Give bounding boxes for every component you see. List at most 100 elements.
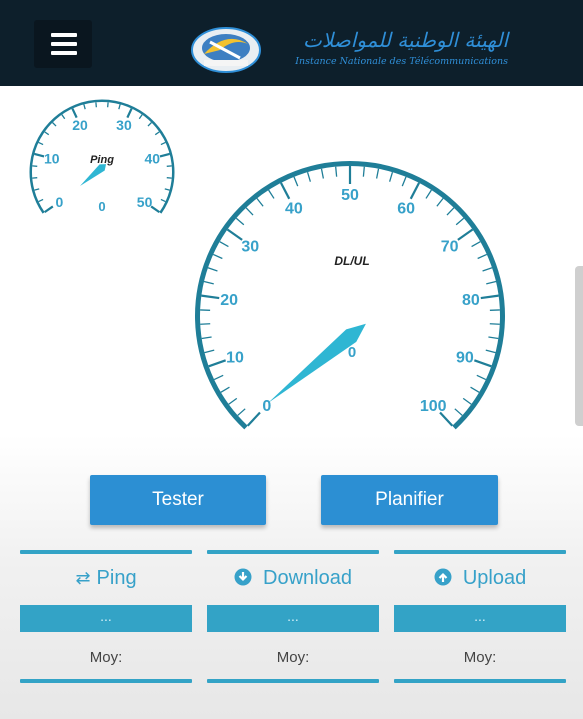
divider bbox=[394, 679, 566, 683]
hamburger-icon-bar bbox=[51, 51, 77, 55]
speed-gauge-minor-tick bbox=[293, 176, 299, 187]
ping-gauge-minor-tick bbox=[61, 114, 66, 120]
speed-gauge-tick-label: 50 bbox=[341, 187, 359, 204]
speed-gauge-minor-tick bbox=[201, 336, 212, 340]
speed-gauge-minor-tick bbox=[203, 280, 214, 285]
speed-gauge-tick-label: 60 bbox=[397, 200, 415, 217]
speed-gauge-minor-tick bbox=[213, 374, 224, 381]
app-header: الهيئة الوطنية للمواصلات Instance Nation… bbox=[0, 0, 583, 86]
speed-gauge-minor-tick bbox=[489, 323, 500, 325]
speed-gauge-major-tick bbox=[457, 228, 474, 241]
stat-download-value: ... bbox=[207, 605, 379, 632]
ping-gauge-value: 0 bbox=[98, 199, 105, 214]
speed-gauge-minor-tick bbox=[462, 397, 472, 405]
hamburger-icon-bar bbox=[51, 42, 77, 46]
main-content: 0 10 20 30 40 50 Ping 0 0 10 20 30 40 50 60 70 80 90 10… bbox=[0, 86, 583, 719]
speed-gauge-tick-label: 30 bbox=[241, 238, 259, 255]
upload-circle-icon bbox=[434, 568, 457, 588]
brand-logo: الهيئة الوطنية للمواصلات Instance Nation… bbox=[190, 24, 520, 78]
ping-gauge-tick-label: 50 bbox=[137, 194, 153, 210]
divider bbox=[20, 550, 192, 554]
speed-gauge-minor-tick bbox=[482, 267, 493, 272]
divider bbox=[20, 679, 192, 683]
speed-gauge-major-tick bbox=[473, 359, 492, 368]
speed-gauge-minor-tick bbox=[235, 217, 245, 226]
ping-gauge-tick-label: 10 bbox=[44, 151, 60, 167]
stat-upload-value: ... bbox=[394, 605, 566, 632]
stat-label-text: Upload bbox=[462, 567, 527, 589]
speed-gauge-minor-tick bbox=[455, 217, 465, 226]
speed-gauge-minor-tick bbox=[488, 336, 499, 340]
stat-download-label: Download bbox=[207, 567, 379, 590]
speed-gauge-minor-tick bbox=[204, 349, 215, 354]
divider bbox=[207, 679, 379, 683]
speed-gauge-minor-tick bbox=[207, 267, 218, 272]
speed-gauge-tick-label: 40 bbox=[285, 200, 303, 217]
speed-gauge-minor-tick bbox=[245, 207, 254, 216]
speed-gauge-tick-label: 10 bbox=[226, 350, 244, 367]
stat-upload-label: Upload bbox=[394, 567, 566, 590]
ping-gauge-needle bbox=[80, 164, 107, 186]
speed-gauge-minor-tick bbox=[401, 176, 407, 187]
speed-gauge-major-tick bbox=[279, 182, 291, 200]
stat-ping: ⇄ Ping ... Moy: bbox=[20, 550, 192, 690]
speed-gauge-major-tick bbox=[480, 294, 499, 300]
speed-gauge-minor-tick bbox=[477, 253, 488, 260]
ping-gauge-tick-label: 30 bbox=[116, 117, 132, 133]
speed-gauge-minor-tick bbox=[425, 189, 432, 199]
speed-gauge-minor-tick bbox=[256, 197, 264, 207]
stat-ping-label: ⇄ Ping bbox=[20, 567, 192, 590]
stat-download: Download ... Moy: bbox=[207, 550, 379, 690]
ping-gauge-minor-tick bbox=[138, 114, 143, 120]
speed-gauge-minor-tick bbox=[320, 168, 325, 179]
speed-gauge-minor-tick bbox=[375, 168, 380, 179]
divider bbox=[394, 550, 566, 554]
speed-gauge-minor-tick bbox=[454, 408, 463, 416]
ping-gauge-minor-tick bbox=[83, 104, 86, 110]
speed-gauge-value: 0 bbox=[348, 344, 356, 361]
speed-gauge-major-tick bbox=[208, 359, 227, 368]
speed-gauge-minor-tick bbox=[485, 349, 496, 354]
speed-gauge-minor-tick bbox=[476, 374, 487, 381]
speed-gauge-tick-label: 80 bbox=[462, 292, 480, 309]
speed-gauge-major-tick bbox=[409, 182, 421, 200]
planifier-button[interactable]: Planifier bbox=[321, 475, 498, 525]
ping-gauge-tick-label: 0 bbox=[56, 194, 64, 210]
ping-gauge-minor-tick bbox=[52, 122, 57, 127]
speed-gauge-minor-tick bbox=[219, 241, 229, 248]
logo-french-text: Instance Nationale des Télécommunication… bbox=[295, 56, 508, 67]
menu-button[interactable] bbox=[34, 20, 92, 68]
stat-label-text: Ping bbox=[96, 567, 137, 589]
speed-gauge-tick-label: 20 bbox=[220, 292, 238, 309]
side-scroll-handle[interactable] bbox=[575, 266, 583, 426]
stat-upload-average: Moy: bbox=[463, 649, 497, 666]
ping-gauge-tick-label: 40 bbox=[144, 151, 160, 167]
speed-gauge-tick-label: 70 bbox=[441, 238, 459, 255]
ping-gauge-major-tick bbox=[34, 152, 45, 158]
ping-gauge-minor-tick bbox=[34, 188, 40, 191]
speed-gauge-minor-tick bbox=[220, 386, 230, 393]
speed-gauge-major-tick bbox=[246, 411, 261, 427]
speed-gauge-minor-tick bbox=[237, 408, 246, 416]
ping-gauge: 0 10 20 30 40 50 Ping 0 bbox=[29, 99, 175, 214]
logo-arabic-text: الهيئة الوطنية للمواصلات bbox=[303, 28, 508, 52]
speed-gauge-label: DL/UL bbox=[334, 254, 369, 268]
speed-gauge-minor-tick bbox=[212, 253, 223, 260]
speed-gauge-major-tick bbox=[201, 294, 220, 300]
speed-gauge-minor-tick bbox=[388, 171, 394, 182]
ping-gauge-minor-tick bbox=[118, 104, 121, 110]
stat-download-average: Moy: bbox=[276, 649, 310, 666]
ping-gauge-minor-tick bbox=[44, 131, 50, 136]
speed-gauge-minor-tick bbox=[362, 166, 365, 177]
ping-gauge-minor-tick bbox=[147, 122, 152, 127]
speed-gauge-minor-tick bbox=[200, 323, 211, 325]
stat-upload: Upload ... Moy: bbox=[394, 550, 566, 690]
speed-gauge-tick-label: 90 bbox=[456, 350, 474, 367]
speed-gauge-minor-tick bbox=[470, 386, 480, 393]
tester-button[interactable]: Tester bbox=[90, 475, 266, 525]
speed-gauge-minor-tick bbox=[446, 207, 455, 216]
hamburger-icon-bar bbox=[51, 33, 77, 37]
ping-gauge-minor-tick bbox=[154, 131, 160, 136]
speed-gauge-minor-tick bbox=[228, 397, 238, 405]
stat-label-text: Download bbox=[263, 567, 352, 589]
